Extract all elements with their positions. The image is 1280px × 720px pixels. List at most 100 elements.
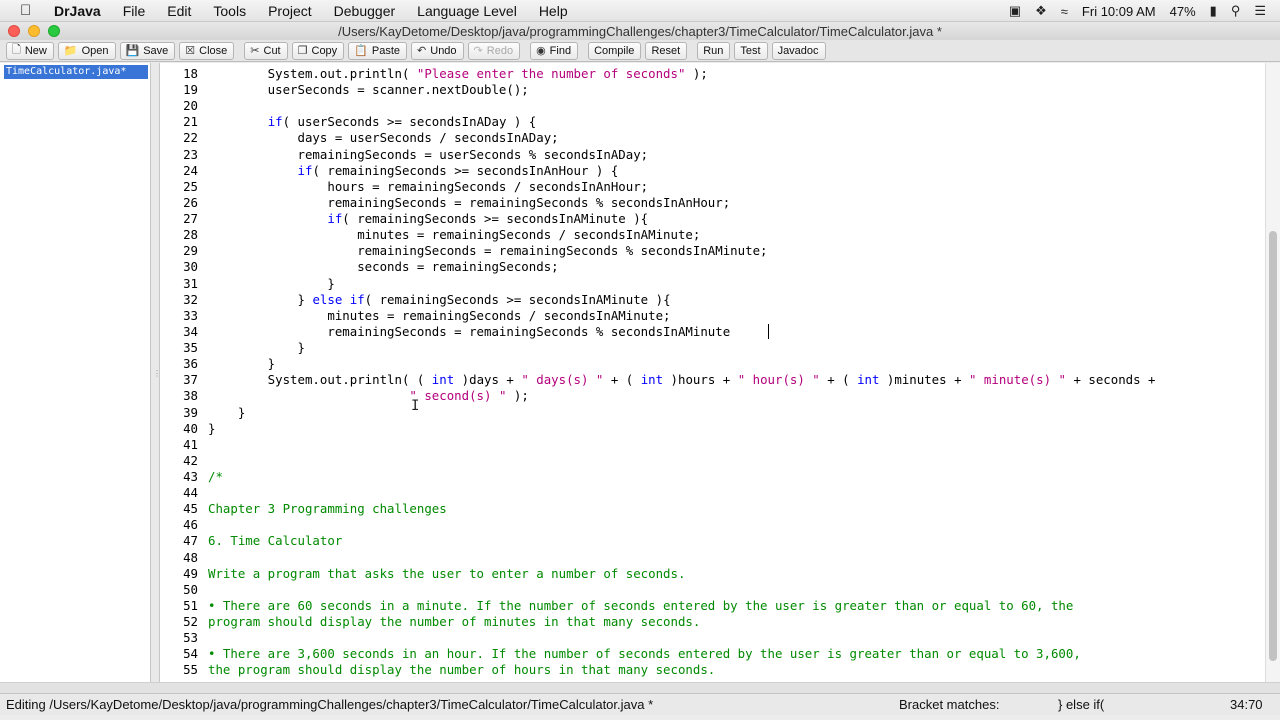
line-number: 19 [183,82,198,98]
new-file-icon: 🗋 [12,44,21,56]
code-text: if( remainingSeconds >= secondsInAMinute… [327,211,649,227]
clipboard-icon: 📋 [354,45,368,57]
open-label: Open [81,44,109,57]
battery-percent[interactable]: 47% [1170,4,1196,19]
line-number: 35 [183,340,198,356]
window-close-button[interactable] [8,25,20,37]
paste-button[interactable]: 📋 Paste [348,41,408,60]
save-button[interactable]: 💾 Save [119,41,176,60]
compile-button[interactable]: Compile [588,41,642,60]
battery-icon[interactable]: ▮ [1210,3,1217,19]
code-text: } [208,275,335,291]
code-text: seconds = remainingSeconds; [208,259,559,275]
code-text: remainingSeconds = remainingSeconds % se… [208,323,731,339]
window-minimize-button[interactable] [28,25,40,37]
code-text: minutes = remainingSeconds / secondsInAM… [208,227,701,243]
new-label: New [24,44,47,57]
code-text: remainingSeconds = remainingSeconds % se… [208,194,731,210]
line-number: 49 [183,565,198,581]
code-text: } [208,356,276,372]
undo-label: Undo [430,44,457,57]
line-number: 53 [183,630,198,646]
editor-vertical-scrollbar[interactable] [1265,63,1280,682]
code-text: • There are 3,600 seconds in an hour. If… [208,646,1081,662]
reset-button[interactable]: Reset [645,41,688,60]
status-menus: ▣ ❖ ≈ Fri 10:09 AM 47% ▮ ⚲ ☰ [1009,0,1280,22]
interactions-pane-divider[interactable] [0,682,1280,693]
javadoc-button[interactable]: Javadoc [771,41,826,60]
line-number: 34 [183,323,198,339]
apple-icon[interactable]:  [20,2,38,19]
close-label: Close [199,44,228,57]
new-button[interactable]: 🗋 New [6,41,54,60]
notification-center-icon[interactable]: ☰ [1254,3,1266,19]
line-number: 39 [183,404,198,420]
find-button[interactable]: ◉ Find [530,41,579,60]
menu-project[interactable]: Project [268,3,312,19]
open-button[interactable]: 📁 Open [57,41,116,60]
close-file-icon: ☒ [185,45,196,57]
menu-app[interactable]: DrJava [54,3,101,19]
redo-icon: ↷ [473,45,483,57]
cut-button[interactable]: ✂ Cut [244,41,288,60]
menu-edit[interactable]: Edit [167,3,191,19]
code-text: if( userSeconds >= secondsInADay ) { [267,114,537,130]
copy-button[interactable]: ❐ Copy [291,41,345,60]
cursor-position: 34:70 [1230,697,1263,712]
line-number: 40 [183,420,198,436]
code-text: /* [208,469,223,484]
line-number: 45 [183,501,198,517]
line-number: 54 [183,646,198,662]
editing-file-path: Editing /Users/KayDetome/Desktop/java/pr… [6,697,654,712]
line-number: 26 [183,194,198,210]
code-text: remainingSeconds = userSeconds % seconds… [208,146,649,162]
code-editor[interactable]: 18 System.out.println( "Please enter the… [160,63,1265,682]
menu-file[interactable]: File [123,3,146,19]
code-text: } [208,420,216,436]
line-number: 32 [183,291,198,307]
code-text: if( remainingSeconds >= secondsInAnHour … [297,162,619,178]
menu-language-level[interactable]: Language Level [417,3,517,19]
camera-icon[interactable]: ▣ [1009,3,1021,19]
toolbar: 🗋 New 📁 Open 💾 Save ☒ Close ✂ Cut ❐ Copy 📋 Past… [0,40,1280,62]
line-number: 38 [183,388,198,404]
line-number: 33 [183,307,198,323]
window-zoom-button[interactable] [48,25,60,37]
line-number: 41 [183,436,198,452]
menu-help[interactable]: Help [539,3,568,19]
undo-button[interactable]: ↶ Undo [411,41,464,60]
clock[interactable]: Fri 10:09 AM [1082,4,1156,19]
code-text: remainingSeconds = remainingSeconds % se… [208,243,768,259]
menu-tools[interactable]: Tools [213,3,246,19]
copy-label: Copy [311,44,338,57]
spotlight-search-icon[interactable]: ⚲ [1231,3,1241,19]
line-number: 30 [183,259,198,275]
code-text: } [208,340,305,356]
undo-icon: ↶ [417,45,427,57]
dropbox-icon[interactable]: ❖ [1035,3,1047,19]
run-button[interactable]: Run [697,41,731,60]
line-number: 55 [183,662,198,678]
bracket-matches-value: } else if( [1058,697,1105,712]
line-number: 36 [183,356,198,372]
test-button[interactable]: Test [734,41,768,60]
code-text: • There are 60 seconds in a minute. If t… [208,597,1074,613]
close-button[interactable]: ☒ Close [179,41,235,60]
folder-icon: 📁 [63,45,78,57]
menu-bar:  DrJava File Edit Tools Project Debugge… [0,0,1280,22]
document-item-timecalculator[interactable]: TimeCalculator.java* [4,65,148,79]
code-text: System.out.println( ( int )days + " days… [208,372,1156,388]
wifi-icon[interactable]: ≈ [1061,4,1068,19]
document-list: TimeCalculator.java* [0,63,151,682]
find-label: Find [549,44,572,57]
menu-debugger[interactable]: Debugger [334,3,396,19]
ibeam-cursor-icon: I [411,398,420,414]
redo-button[interactable]: ↷ Redo [467,41,521,60]
save-label: Save [143,44,169,57]
scrollbar-thumb[interactable] [1269,231,1277,661]
code-text: 6. Time Calculator [208,533,343,549]
redo-label: Redo [486,44,514,57]
binoculars-icon: ◉ [536,45,546,57]
pane-splitter[interactable]: ⋮ [151,63,161,682]
code-text: " second(s) " ); [409,388,529,404]
